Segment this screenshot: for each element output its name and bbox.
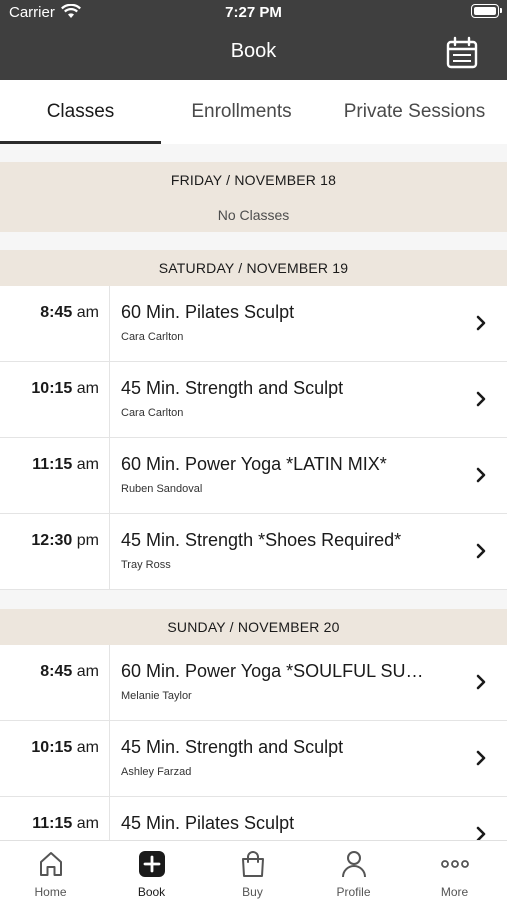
nav-more[interactable]: More: [404, 841, 507, 901]
calendar-button[interactable]: [445, 36, 479, 70]
calendar-icon: [446, 36, 478, 69]
day-header: FRIDAY / NOVEMBER 18: [0, 162, 507, 198]
nav-book-label: Book: [137, 885, 166, 899]
nav-book[interactable]: Book: [101, 841, 202, 901]
person-icon: [342, 851, 366, 878]
day-header: SATURDAY / NOVEMBER 19: [0, 250, 507, 286]
class-title: 60 Min. Pilates Sculpt: [121, 302, 295, 322]
class-time: 12:30 pm: [31, 532, 99, 549]
class-row[interactable]: 11:15 am 60 Min. Power Yoga *LATIN MIX* …: [0, 438, 507, 514]
nav-buy-label: Buy: [242, 885, 263, 899]
nav-home-label: Home: [34, 885, 67, 899]
class-row[interactable]: 8:45 am 60 Min. Pilates Sculpt Cara Carl…: [0, 286, 507, 362]
chevron-right-icon: [476, 467, 486, 483]
divider: [109, 438, 110, 513]
class-row[interactable]: 10:15 am 45 Min. Strength and Sculpt Ash…: [0, 721, 507, 797]
page-title: Book: [230, 40, 277, 62]
no-classes-text: No Classes: [0, 198, 507, 232]
class-title: 45 Min. Strength and Sculpt: [121, 378, 344, 398]
divider: [109, 362, 110, 437]
instructor-name: Cara Carlton: [121, 407, 184, 419]
class-title: 60 Min. Power Yoga *SOULFUL SU…: [121, 661, 424, 681]
divider: [109, 514, 110, 589]
instructor-name: Tray Ross: [121, 559, 171, 571]
divider: [109, 797, 110, 840]
class-schedule-list[interactable]: FRIDAY / NOVEMBER 18 No Classes SATURDAY…: [0, 144, 507, 840]
class-time: 11:15 am: [32, 456, 99, 473]
divider: [109, 286, 110, 361]
class-row[interactable]: 12:30 pm 45 Min. Strength *Shoes Require…: [0, 514, 507, 590]
day-header: SUNDAY / NOVEMBER 20: [0, 609, 507, 645]
class-time: 10:15 am: [31, 380, 99, 397]
divider: [109, 645, 110, 720]
nav-home[interactable]: Home: [0, 841, 101, 901]
chevron-right-icon: [476, 315, 486, 331]
class-time: 8:45 am: [40, 304, 99, 321]
class-title: 45 Min. Pilates Sculpt: [121, 813, 295, 833]
nav-profile-label: Profile: [336, 885, 371, 899]
instructor-name: Ruben Sandoval: [121, 483, 203, 495]
more-dots-icon: [441, 860, 469, 868]
instructor-name: Melanie Taylor: [121, 690, 192, 702]
instructor-name: Cara Carlton: [121, 331, 184, 343]
class-row[interactable]: 10:15 am 45 Min. Strength and Sculpt Car…: [0, 362, 507, 438]
battery-icon: [471, 4, 502, 18]
class-row[interactable]: 8:45 am 60 Min. Power Yoga *SOULFUL SU… …: [0, 645, 507, 721]
tab-classes[interactable]: Classes: [0, 80, 161, 144]
class-title: 45 Min. Strength and Sculpt: [121, 737, 344, 757]
nav-profile[interactable]: Profile: [303, 841, 404, 901]
top-bar: Carrier 7:27 PM Book: [0, 0, 507, 80]
chevron-right-icon: [476, 391, 486, 407]
chevron-right-icon: [476, 826, 486, 840]
plus-square-icon: [139, 851, 165, 877]
chevron-right-icon: [476, 750, 486, 766]
status-bar: Carrier 7:27 PM: [0, 0, 507, 26]
tab-enrollments[interactable]: Enrollments: [161, 80, 322, 144]
status-time: 7:27 PM: [225, 4, 282, 21]
class-title: 60 Min. Power Yoga *LATIN MIX*: [121, 454, 387, 474]
nav-more-label: More: [440, 885, 469, 899]
shopping-bag-icon: [242, 851, 264, 877]
instructor-name: Ashley Farzad: [121, 766, 192, 778]
class-row[interactable]: 11:15 am 45 Min. Pilates Sculpt: [0, 797, 507, 840]
tab-bar: Classes Enrollments Private Sessions: [0, 80, 507, 144]
nav-buy[interactable]: Buy: [202, 841, 303, 901]
home-icon: [40, 852, 62, 876]
chevron-right-icon: [476, 543, 486, 559]
divider: [109, 721, 110, 796]
bottom-nav: Home Book Buy Profile More: [0, 840, 507, 901]
tab-private-sessions[interactable]: Private Sessions: [322, 80, 507, 144]
class-title: 45 Min. Strength *Shoes Required*: [121, 530, 402, 550]
class-time: 10:15 am: [31, 739, 99, 756]
class-time: 8:45 am: [40, 663, 99, 680]
chevron-right-icon: [476, 674, 486, 690]
class-time: 11:15 am: [32, 815, 99, 832]
